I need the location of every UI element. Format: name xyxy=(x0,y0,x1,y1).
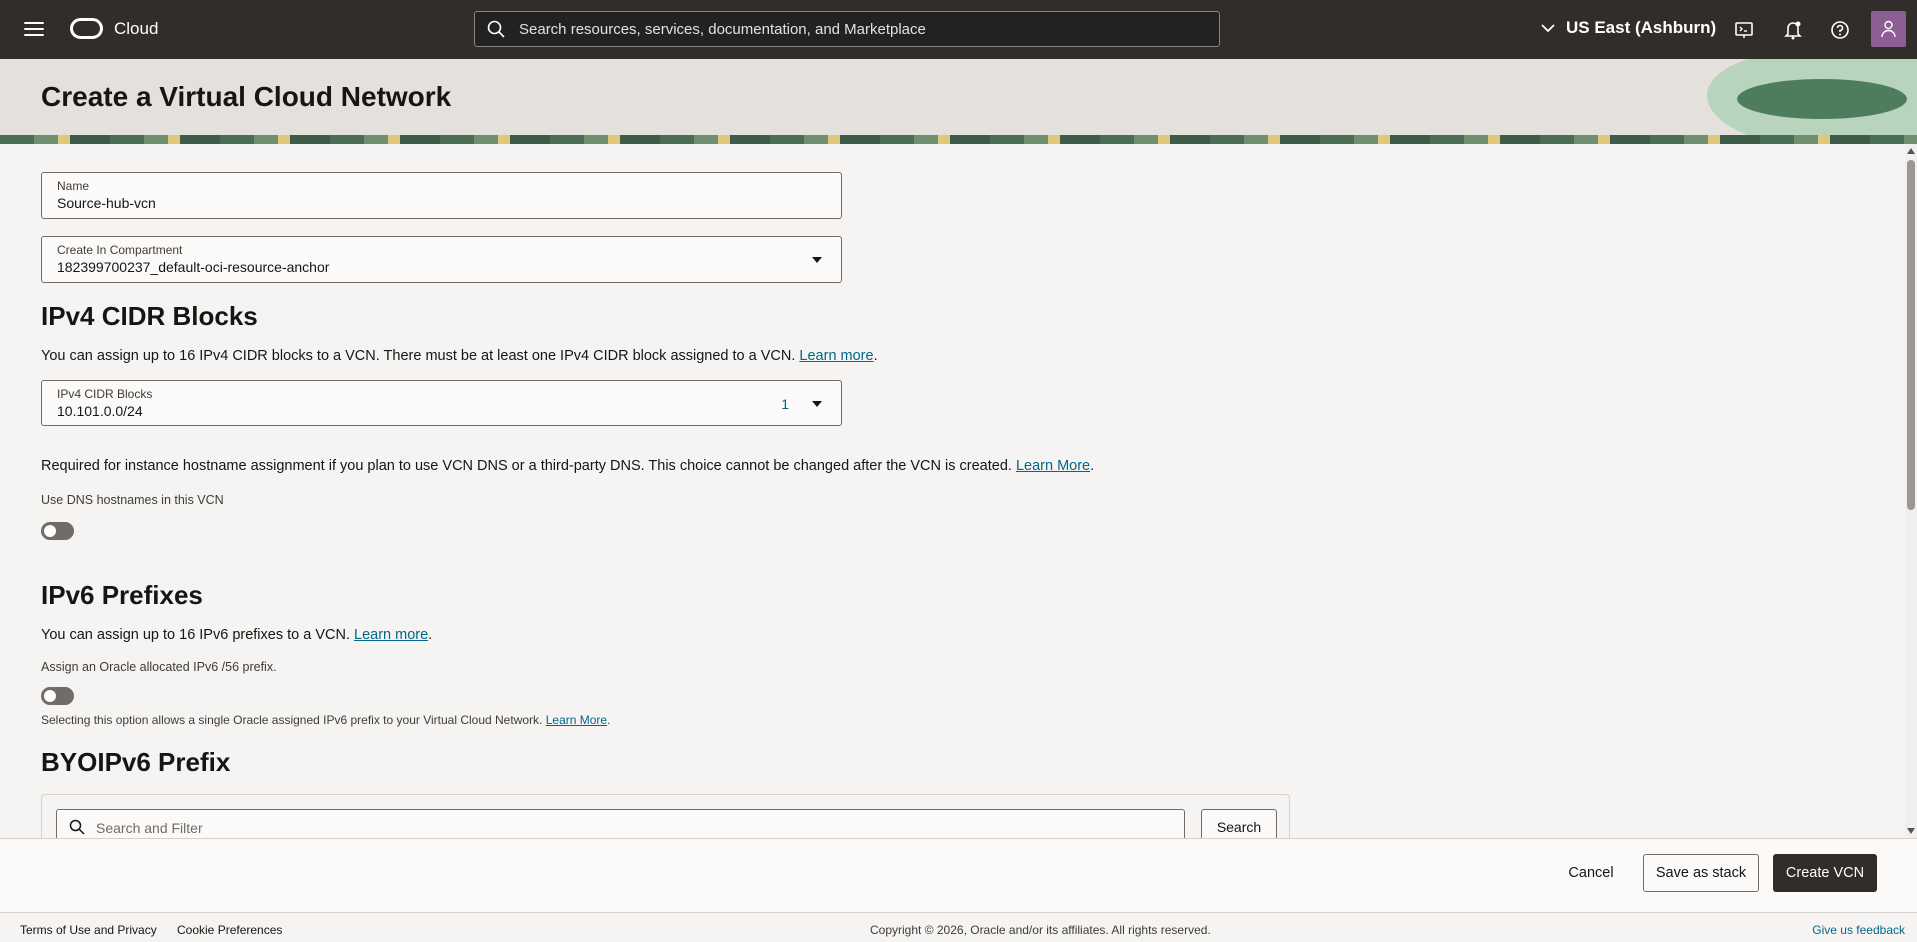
create-vcn-button[interactable]: Create VCN xyxy=(1773,854,1877,892)
oracle-logo[interactable] xyxy=(70,18,103,39)
user-icon xyxy=(1881,20,1896,38)
global-search-input[interactable]: Search resources, services, documentatio… xyxy=(474,11,1220,47)
ipv4-learn-more-link[interactable]: Learn more xyxy=(799,348,873,364)
byoipv6-search-input[interactable]: Search and Filter xyxy=(56,809,1185,838)
ipv4-cidr-label: IPv4 CIDR Blocks xyxy=(57,387,153,401)
cloud-shell-icon[interactable] xyxy=(1733,19,1755,41)
brand-label[interactable]: Cloud xyxy=(114,19,158,39)
copyright-text: Copyright © 2026, Oracle and/or its affi… xyxy=(870,923,1211,937)
dns-learn-more-link[interactable]: Learn More xyxy=(1016,458,1090,474)
chevron-down-icon[interactable] xyxy=(812,257,822,263)
content-scrollbar[interactable] xyxy=(1905,144,1917,838)
ipv6-hint-learn-more-link[interactable]: Learn More xyxy=(546,713,607,727)
ipv6-oracle-prefix-toggle[interactable] xyxy=(41,687,74,705)
compartment-label: Create In Compartment xyxy=(57,243,183,257)
compartment-select[interactable]: Create In Compartment 182399700237_defau… xyxy=(41,236,842,283)
ipv4-cidr-count: 1 xyxy=(781,396,789,412)
dns-description: Required for instance hostname assignmen… xyxy=(41,458,1095,474)
help-icon[interactable] xyxy=(1829,19,1851,41)
bell-icon[interactable] xyxy=(1782,19,1804,41)
byoipv6-heading: BYOIPv6 Prefix xyxy=(41,747,231,777)
top-navigation-bar: Cloud Search resources, services, docume… xyxy=(0,0,1917,59)
ipv4-heading: IPv4 CIDR Blocks xyxy=(41,301,258,331)
page-title: Create a Virtual Cloud Network xyxy=(41,81,452,112)
user-avatar[interactable] xyxy=(1871,11,1906,47)
decorative-leaf-graphic xyxy=(1737,79,1907,119)
form-action-bar: Cancel Save as stack Create VCN xyxy=(0,838,1917,912)
menu-icon[interactable] xyxy=(22,18,46,40)
name-label: Name xyxy=(57,179,90,193)
chevron-down-icon[interactable] xyxy=(812,401,822,407)
scrollbar-thumb[interactable] xyxy=(1907,160,1915,510)
ipv6-heading: IPv6 Prefixes xyxy=(41,580,203,610)
byoipv6-search-button[interactable]: Search xyxy=(1201,809,1277,838)
dns-toggle-label: Use DNS hostnames in this VCN xyxy=(41,493,224,507)
search-icon xyxy=(69,819,85,835)
byoipv6-table-panel: Search and Filter Search xyxy=(41,794,1290,838)
decorative-pattern-strip xyxy=(0,135,1917,144)
ipv4-cidr-value: 10.101.0.0/24 xyxy=(57,403,143,419)
byoipv6-search-placeholder: Search and Filter xyxy=(96,820,203,836)
search-placeholder: Search resources, services, documentatio… xyxy=(519,21,926,38)
region-label: US East (Ashburn) xyxy=(1566,18,1717,37)
search-icon xyxy=(487,20,505,38)
ipv4-cidr-select[interactable]: IPv4 CIDR Blocks 10.101.0.0/24 1 xyxy=(41,380,842,426)
ipv6-description: You can assign up to 16 IPv6 prefixes to… xyxy=(41,627,433,643)
ipv6-hint: Selecting this option allows a single Or… xyxy=(41,713,611,727)
compartment-value: 182399700237_default-oci-resource-anchor xyxy=(57,259,330,275)
cancel-button[interactable]: Cancel xyxy=(1553,854,1629,892)
feedback-link[interactable]: Give us feedback xyxy=(1812,923,1905,937)
name-value: Source-hub-vcn xyxy=(57,195,156,211)
dns-hostnames-toggle[interactable] xyxy=(41,522,74,540)
region-selector[interactable]: US East (Ashburn) xyxy=(1540,18,1716,38)
ipv6-toggle-label: Assign an Oracle allocated IPv6 /56 pref… xyxy=(41,660,277,674)
page-header: Create a Virtual Cloud Network xyxy=(0,59,1917,144)
save-as-stack-button[interactable]: Save as stack xyxy=(1643,854,1759,892)
name-field[interactable]: Name Source-hub-vcn xyxy=(41,172,842,219)
scroll-up-arrow-icon[interactable] xyxy=(1907,148,1915,154)
page-footer: Terms of Use and Privacy Cookie Preferen… xyxy=(0,912,1917,942)
scroll-down-arrow-icon[interactable] xyxy=(1907,828,1915,834)
ipv6-learn-more-link[interactable]: Learn more xyxy=(354,627,428,643)
chevron-down-icon xyxy=(1541,24,1555,33)
cookie-preferences-link[interactable]: Cookie Preferences xyxy=(177,923,282,937)
ipv4-description: You can assign up to 16 IPv4 CIDR blocks… xyxy=(41,348,878,364)
terms-link[interactable]: Terms of Use and Privacy xyxy=(20,923,157,937)
form-content: Name Source-hub-vcn Create In Compartmen… xyxy=(0,144,1905,838)
